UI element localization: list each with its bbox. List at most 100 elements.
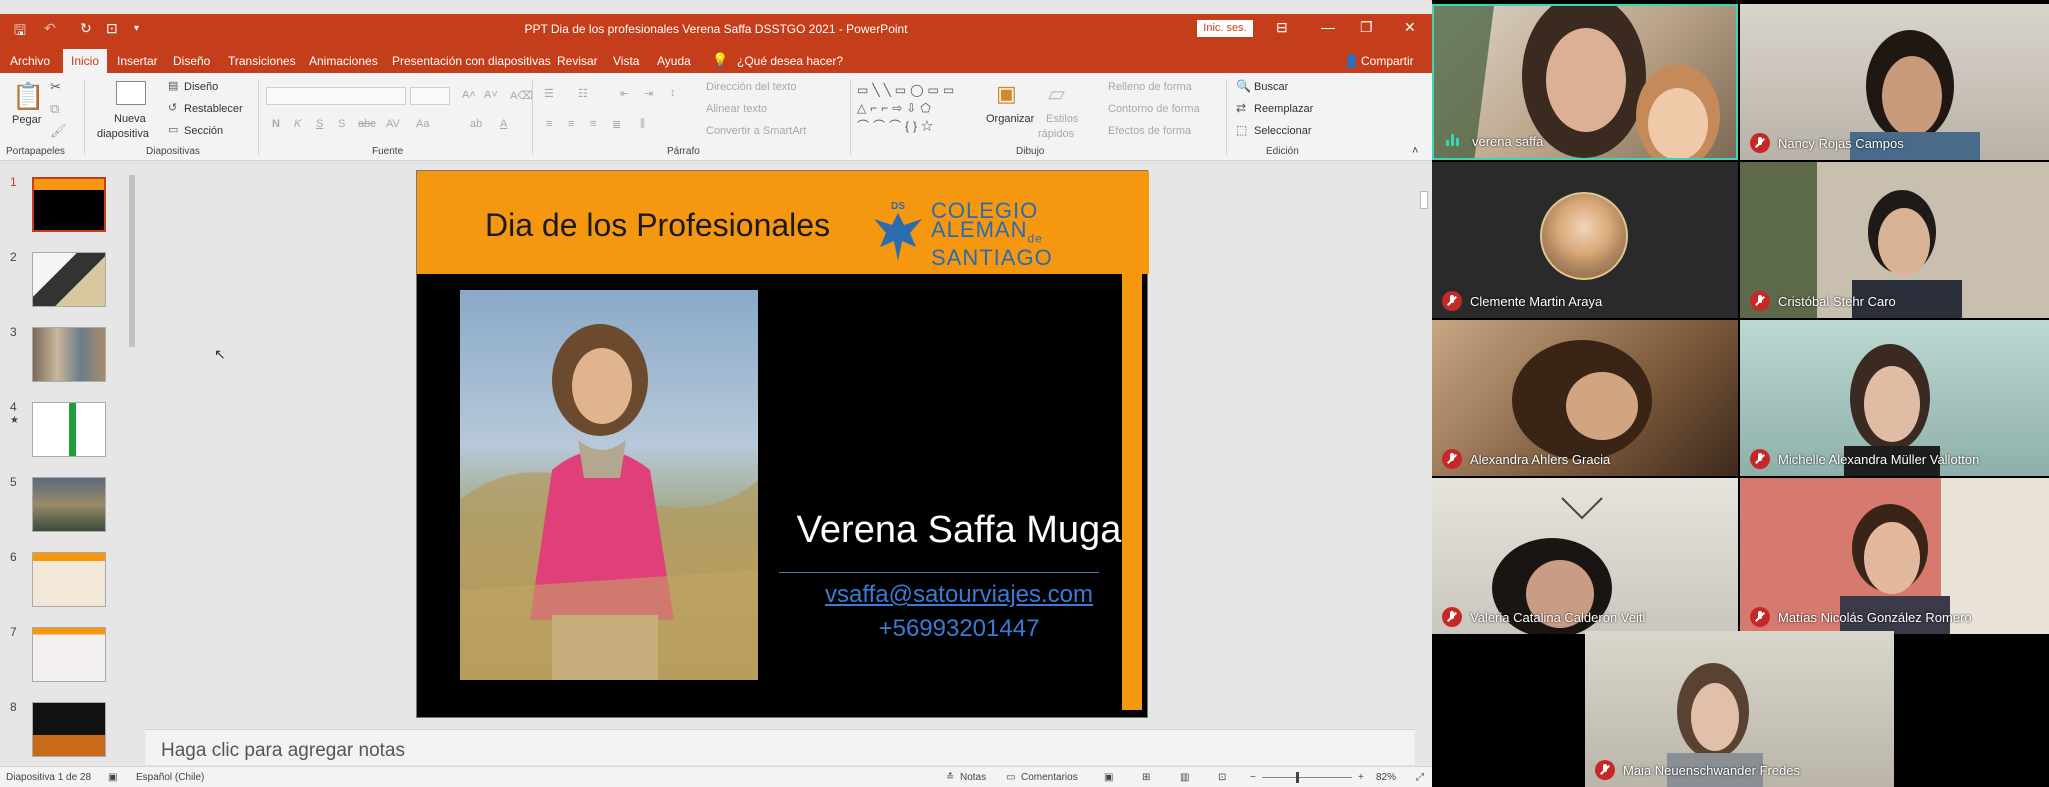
participant-tile[interactable]: Cristóbal Stehr Caro bbox=[1740, 162, 2049, 318]
minimize-icon[interactable]: — bbox=[1321, 19, 1335, 35]
paste-icon[interactable]: 📋 bbox=[12, 81, 44, 112]
decrease-indent-icon[interactable]: ⇤ bbox=[620, 87, 629, 100]
align-left-icon[interactable]: ≡ bbox=[546, 118, 552, 130]
new-slide-label-2[interactable]: diapositiva bbox=[97, 128, 149, 140]
format-painter-icon[interactable]: 🖌 bbox=[50, 123, 67, 139]
tab-presentacion[interactable]: Presentación con diapositivas bbox=[392, 54, 551, 68]
ribbon-display-icon[interactable]: ⊟ bbox=[1276, 19, 1288, 36]
change-case-icon[interactable]: Aa bbox=[416, 118, 429, 130]
cut-icon[interactable]: ✂ bbox=[50, 79, 61, 95]
participant-tile[interactable]: Maia Neuenschwander Fredes bbox=[1585, 631, 1894, 787]
justify-icon[interactable]: ≣ bbox=[612, 118, 621, 131]
participant-tile[interactable]: Alexandra Ahlers Gracia bbox=[1432, 320, 1738, 476]
scrollbar-thumb[interactable] bbox=[1420, 191, 1428, 209]
increase-indent-icon[interactable]: ⇥ bbox=[644, 87, 653, 100]
slide-thumbnail-5[interactable] bbox=[32, 477, 106, 532]
shadow-button[interactable]: S bbox=[338, 118, 345, 130]
reset-button[interactable]: Restablecer bbox=[184, 103, 243, 115]
tab-animaciones[interactable]: Animaciones bbox=[309, 54, 378, 68]
underline-button[interactable]: S bbox=[316, 118, 323, 130]
highlight-icon[interactable]: ab bbox=[470, 118, 482, 130]
arrange-button[interactable]: Organizar bbox=[986, 113, 1034, 125]
new-slide-icon[interactable] bbox=[116, 81, 146, 105]
tab-revisar[interactable]: Revisar bbox=[557, 54, 598, 68]
participant-tile[interactable]: Michelle Alexandra Müller Vallotton bbox=[1740, 320, 2049, 476]
line-spacing-icon[interactable]: ↕ bbox=[670, 87, 676, 99]
shape-outline-button[interactable]: Contorno de forma bbox=[1108, 103, 1200, 115]
notes-placeholder[interactable]: Haga clic para agregar notas bbox=[161, 740, 405, 762]
thumbnail-scrollbar[interactable] bbox=[128, 167, 136, 757]
shape-effects-button[interactable]: Efectos de forma bbox=[1108, 125, 1191, 137]
find-button[interactable]: Buscar bbox=[1254, 81, 1288, 93]
section-button[interactable]: Sección bbox=[184, 125, 223, 137]
align-text-button[interactable]: Alinear texto bbox=[706, 103, 767, 115]
current-slide[interactable]: Dia de los Profesionales DS COLEGIO ALEM… bbox=[416, 170, 1149, 718]
tab-archivo[interactable]: Archivo bbox=[10, 54, 50, 68]
zoom-slider[interactable] bbox=[1262, 777, 1352, 778]
fit-slide-icon[interactable]: ⤢ bbox=[1416, 772, 1424, 783]
comments-button[interactable]: Comentarios bbox=[1021, 772, 1078, 783]
smartart-button[interactable]: Convertir a SmartArt bbox=[706, 125, 806, 137]
tab-transiciones[interactable]: Transiciones bbox=[228, 54, 296, 68]
numbering-icon[interactable]: ☷ bbox=[578, 87, 588, 100]
notes-pane[interactable]: Haga clic para agregar notas bbox=[145, 729, 1415, 765]
participant-tile[interactable]: Clemente Martin Araya bbox=[1432, 162, 1738, 318]
speaker-email-link[interactable]: vsaffa@satourviajes.com bbox=[769, 581, 1149, 609]
scrollbar-thumb[interactable] bbox=[129, 175, 135, 347]
slide-thumbnail-7[interactable] bbox=[32, 627, 106, 682]
align-center-icon[interactable]: ≡ bbox=[568, 118, 574, 130]
zoom-slider-thumb[interactable] bbox=[1296, 772, 1299, 783]
participant-tile[interactable]: Valeria Catalina Calderón Veitl bbox=[1432, 478, 1738, 634]
tell-me-search[interactable]: ¿Qué desea hacer? bbox=[737, 54, 843, 68]
participant-tile[interactable]: verena saffa bbox=[1432, 4, 1738, 160]
columns-icon[interactable]: ⫼ bbox=[640, 118, 645, 131]
font-color-icon[interactable]: A bbox=[500, 118, 507, 130]
align-right-icon[interactable]: ≡ bbox=[590, 118, 596, 130]
slide-thumbnail-3[interactable] bbox=[32, 327, 106, 382]
paste-button[interactable]: Pegar bbox=[12, 114, 41, 126]
bold-button[interactable]: N bbox=[272, 118, 280, 130]
grow-font-icon[interactable]: A˄ bbox=[462, 89, 476, 101]
normal-view-icon[interactable]: ▣ bbox=[1104, 772, 1113, 783]
close-icon[interactable]: ✕ bbox=[1404, 19, 1416, 36]
quick-styles-icon[interactable]: ▱ bbox=[1048, 81, 1065, 107]
font-size-select[interactable] bbox=[410, 87, 450, 105]
participant-tile[interactable]: Matías Nicolás González Romero bbox=[1740, 478, 2049, 634]
new-slide-label-1[interactable]: Nueva bbox=[114, 113, 146, 125]
restore-icon[interactable]: ❐ bbox=[1360, 19, 1373, 36]
replace-button[interactable]: Reemplazar bbox=[1254, 103, 1313, 115]
quick-styles-label-2[interactable]: rápidos bbox=[1038, 128, 1074, 140]
language[interactable]: Español (Chile) bbox=[136, 772, 204, 783]
tab-vista[interactable]: Vista bbox=[613, 54, 639, 68]
slide-thumbnail-2[interactable] bbox=[32, 252, 106, 307]
quick-styles-label-1[interactable]: Estilos bbox=[1046, 113, 1078, 125]
slide-thumbnail-8[interactable] bbox=[32, 702, 106, 757]
arrange-icon[interactable]: ▣ bbox=[996, 81, 1017, 107]
reading-view-icon[interactable]: ▥ bbox=[1180, 772, 1189, 783]
bullets-icon[interactable]: ☰ bbox=[544, 87, 554, 100]
copy-icon[interactable]: ⧉ bbox=[50, 101, 59, 117]
layout-button[interactable]: Diseño bbox=[184, 81, 218, 93]
zoom-out-icon[interactable]: − bbox=[1250, 772, 1256, 783]
shape-fill-button[interactable]: Relleno de forma bbox=[1108, 81, 1192, 93]
shrink-font-icon[interactable]: A˅ bbox=[484, 89, 498, 101]
collapse-ribbon-icon[interactable]: ˄ bbox=[1412, 145, 1418, 157]
font-name-select[interactable] bbox=[266, 87, 406, 105]
slide-thumbnail-6[interactable] bbox=[32, 552, 106, 607]
tab-inicio[interactable]: Inicio bbox=[63, 49, 108, 73]
notes-button[interactable]: Notas bbox=[960, 772, 986, 783]
slide-thumbnail-4[interactable] bbox=[32, 402, 106, 457]
italic-button[interactable]: K bbox=[294, 118, 301, 130]
tab-diseno[interactable]: Diseño bbox=[173, 54, 210, 68]
strikethrough-button[interactable]: abc bbox=[358, 118, 376, 130]
char-spacing-icon[interactable]: AV bbox=[386, 118, 400, 130]
shapes-gallery[interactable]: ▭╲╲▭◯▭▭ △⌐⌐⇨⇩⬠ ⌒⌒⌒{}☆ bbox=[857, 81, 969, 135]
zoom-in-icon[interactable]: + bbox=[1358, 772, 1364, 783]
text-direction-button[interactable]: Dirección del texto bbox=[706, 81, 797, 93]
select-button[interactable]: Seleccionar bbox=[1254, 125, 1311, 137]
editor-scrollbar[interactable] bbox=[1418, 161, 1430, 726]
share-button[interactable]: Compartir bbox=[1361, 54, 1414, 68]
slide-sorter-icon[interactable]: ⊞ bbox=[1142, 772, 1150, 783]
spellcheck-icon[interactable]: ▣ bbox=[108, 772, 117, 783]
slideshow-icon[interactable]: ⊡ bbox=[1218, 772, 1226, 783]
